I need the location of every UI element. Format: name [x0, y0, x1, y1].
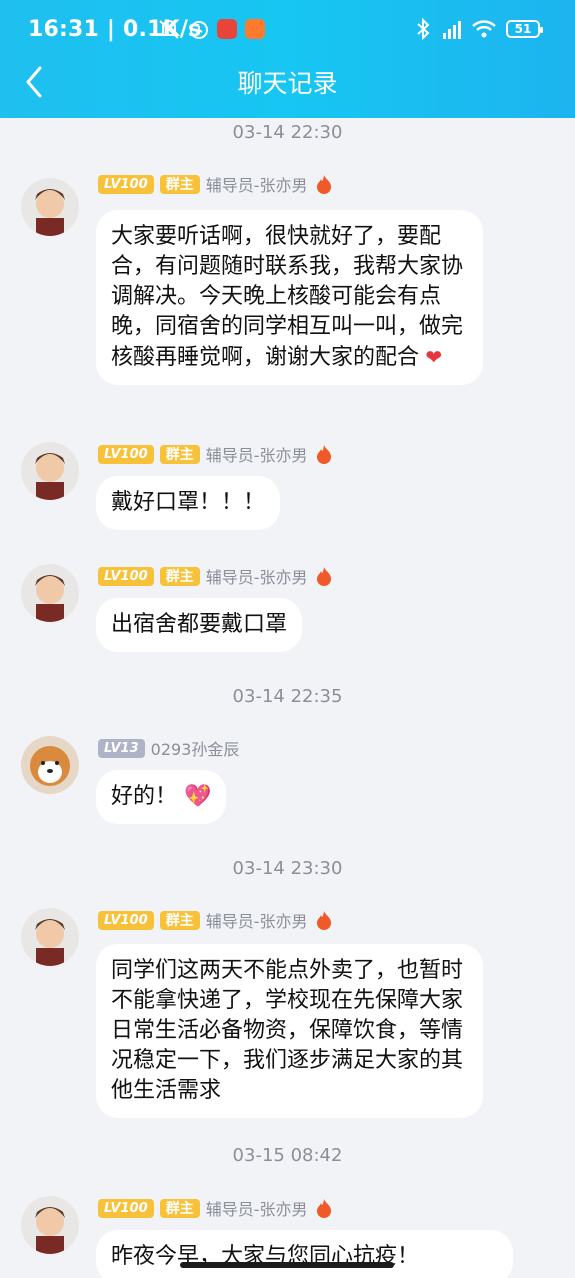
chat-message: LV100 群主 辅导员-张亦男 戴好口罩！！！ [0, 442, 575, 537]
chat-message: LV100 群主 辅导员-张亦男 出宿舍都要戴口罩 [0, 564, 575, 659]
level-badge: LV100 [98, 1198, 154, 1218]
time-divider: 03-14 23:30 [232, 858, 343, 879]
owner-badge: 群主 [159, 566, 200, 586]
taobao-icon [244, 16, 266, 42]
owner-badge: 群主 [159, 174, 200, 194]
bluetooth-icon [414, 16, 432, 42]
fire-icon [313, 443, 335, 465]
home-indicator[interactable] [180, 1262, 394, 1268]
sender-name: 辅导员-张亦男 [205, 176, 308, 195]
level-badge: LV13 [98, 738, 145, 758]
avatar[interactable] [21, 442, 79, 500]
chat-message: LV13 0293孙金辰 好的！ 💖 [0, 736, 575, 831]
level-badge: LV100 [98, 444, 154, 464]
message-bubble[interactable]: 昨夜今早，大家与您同心抗疫！ [96, 1230, 513, 1278]
chat-message: LV100 群主 辅导员-张亦男 同学们这两天不能点外卖了，也暂时不能拿快递了，… [0, 908, 575, 1118]
page-title: 聊天记录 [237, 69, 338, 98]
time-divider: 03-14 22:35 [232, 686, 343, 707]
sender-name: 0293孙金辰 [150, 740, 240, 759]
level-badge: LV100 [98, 174, 154, 194]
avatar[interactable] [21, 736, 79, 794]
fire-icon [313, 173, 335, 195]
alarm-icon [186, 16, 212, 42]
avatar[interactable] [21, 1196, 79, 1254]
fire-icon [313, 1197, 335, 1219]
sender-row: LV100 群主 辅导员-张亦男 [98, 564, 335, 588]
avatar[interactable] [21, 178, 79, 236]
chat-message: LV100 群主 辅导员-张亦男 大家要听话啊，很快就好了，要配合，有问题随时联… [0, 172, 575, 422]
owner-badge: 群主 [159, 910, 200, 930]
status-bar: 16:31 | 0.1K/s 51 [0, 0, 575, 60]
app-notification-icon [216, 16, 238, 42]
message-bubble[interactable]: 同学们这两天不能点外卖了，也暂时不能拿快递了，学校现在先保障大家日常生活必备物资… [96, 944, 483, 1118]
owner-badge: 群主 [159, 1198, 200, 1218]
wifi-icon [470, 16, 498, 42]
message-bubble[interactable]: 戴好口罩！！！ [96, 476, 281, 530]
avatar[interactable] [21, 564, 79, 622]
sparkling-heart-icon: 💖 [177, 784, 212, 809]
message-bubble[interactable]: 出宿舍都要戴口罩 [96, 598, 303, 652]
sender-name: 辅导员-张亦男 [205, 1200, 308, 1219]
time-divider: 03-15 08:42 [232, 1145, 343, 1166]
sender-row: LV100 群主 辅导员-张亦男 [98, 172, 335, 196]
header-bar: 16:31 | 0.1K/s 51 聊天记录 [0, 0, 575, 118]
battery-icon: 51 [503, 16, 543, 42]
level-badge: LV100 [98, 566, 154, 586]
sender-row: LV100 群主 辅导员-张亦男 [98, 908, 335, 932]
avatar[interactable] [21, 908, 79, 966]
heart-icon: ❤ [419, 345, 443, 369]
message-bubble[interactable]: 大家要听话啊，很快就好了，要配合，有问题随时联系我，我帮大家协调解决。今天晚上核… [96, 210, 483, 385]
time-divider: 03-14 22:30 [232, 122, 343, 143]
cellular-signal-icon [436, 16, 466, 42]
sender-row: LV13 0293孙金辰 [98, 736, 239, 760]
mute-icon [156, 16, 182, 42]
message-bubble[interactable]: 好的！ 💖 [96, 770, 227, 824]
owner-badge: 群主 [159, 444, 200, 464]
fire-icon [313, 909, 335, 931]
sender-row: LV100 群主 辅导员-张亦男 [98, 442, 335, 466]
sender-name: 辅导员-张亦男 [205, 912, 308, 931]
level-badge: LV100 [98, 910, 154, 930]
sender-name: 辅导员-张亦男 [205, 568, 308, 587]
sender-row: LV100 群主 辅导员-张亦男 [98, 1196, 335, 1220]
sender-name: 辅导员-张亦男 [205, 446, 308, 465]
fire-icon [313, 565, 335, 587]
